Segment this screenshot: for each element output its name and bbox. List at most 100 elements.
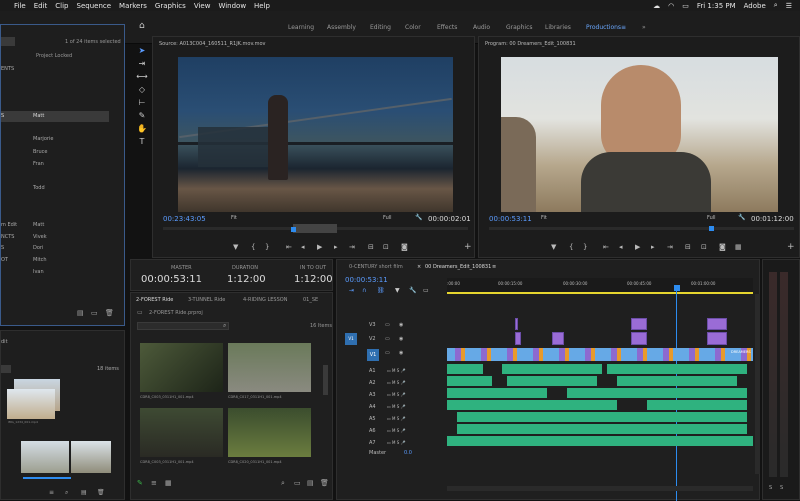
media-pencil-icon[interactable]: ✎: [137, 479, 143, 487]
source-go-in-icon[interactable]: ⇤: [286, 243, 292, 251]
insert-nest-icon[interactable]: ⇥: [349, 287, 354, 294]
source-export-frame-icon[interactable]: ◙: [401, 243, 408, 251]
bin-thumb-2[interactable]: [7, 389, 55, 419]
source-go-out-icon[interactable]: ⇥: [349, 243, 355, 251]
menu-window[interactable]: Window: [218, 2, 246, 10]
wifi-icon[interactable]: ◠: [668, 2, 674, 10]
add-marker-icon[interactable]: ▼: [395, 287, 400, 294]
workspace-menu-icon[interactable]: ≡: [621, 24, 626, 31]
meter-solo-left[interactable]: S: [769, 485, 772, 491]
media-clip-thumb-0[interactable]: [140, 343, 223, 392]
audio-track-controls-a6[interactable]: ▭ M S 🎤: [387, 428, 406, 433]
track-v1-sync-lock-icon[interactable]: ▭: [385, 350, 390, 356]
source-quality-select[interactable]: Full: [383, 215, 392, 221]
audio-track-controls-a2[interactable]: ▭ M S 🎤: [387, 380, 406, 385]
bin-new-item-icon[interactable]: ▤: [81, 489, 87, 496]
timeline-settings-icon[interactable]: 🔧: [409, 287, 416, 294]
source-mark-in-icon[interactable]: {: [251, 243, 255, 251]
workspace-overflow[interactable]: »: [642, 24, 646, 31]
control-center-icon[interactable]: ☰: [786, 2, 792, 10]
track-v3-eye-icon[interactable]: ◉: [399, 322, 403, 328]
bin-thumb-4[interactable]: [71, 441, 111, 473]
menu-markers[interactable]: Markers: [119, 2, 147, 10]
razor-tool-icon[interactable]: ◇: [136, 85, 148, 95]
source-video-frame[interactable]: [178, 57, 453, 212]
track-a1-label[interactable]: A1: [369, 368, 376, 374]
audio-track-controls-a5[interactable]: ▭ M S 🎤: [387, 416, 406, 421]
source-play-icon[interactable]: ▶: [317, 243, 322, 251]
pen-tool-icon[interactable]: ✎: [136, 111, 148, 121]
program-fit-select[interactable]: Fit: [541, 215, 547, 221]
master-track-volume[interactable]: 0.0: [404, 450, 412, 456]
track-a4-label[interactable]: A4: [369, 404, 376, 410]
timeline-tab-close-icon[interactable]: ×: [417, 264, 421, 270]
program-mark-in-icon[interactable]: {: [569, 243, 573, 251]
workspace-audio[interactable]: Audio: [473, 24, 490, 31]
menu-view[interactable]: View: [194, 2, 211, 10]
work-area-bar[interactable]: [447, 292, 753, 294]
program-settings-icon[interactable]: 🔧: [738, 214, 745, 221]
workspace-productions[interactable]: Productions: [586, 24, 621, 31]
program-video-frame[interactable]: [501, 57, 778, 212]
timeline-tab-menu-icon[interactable]: ≡: [492, 264, 496, 270]
workspace-graphics[interactable]: Graphics: [506, 24, 533, 31]
media-clip-thumb-1[interactable]: [228, 343, 311, 392]
slip-tool-icon[interactable]: ⊢: [136, 98, 148, 108]
new-bin-icon[interactable]: ▭: [91, 309, 98, 317]
project-row-6-name[interactable]: m Edit: [1, 222, 17, 228]
source-add-button-icon[interactable]: +: [464, 242, 472, 252]
new-item-icon[interactable]: ▤: [77, 309, 84, 317]
program-quality-select[interactable]: Full: [707, 215, 716, 221]
track-v2-sync-lock-icon[interactable]: ▭: [385, 336, 390, 342]
v2-clip[interactable]: [631, 332, 647, 345]
trash-icon[interactable]: 🗑: [105, 309, 114, 317]
menu-clip[interactable]: Clip: [55, 2, 68, 10]
track-select-tool-icon[interactable]: ⇥: [136, 59, 148, 69]
project-search-field[interactable]: [1, 37, 15, 46]
track-v3-label[interactable]: V3: [369, 322, 376, 328]
program-go-in-icon[interactable]: ⇤: [603, 243, 609, 251]
ripple-edit-tool-icon[interactable]: ⟷: [136, 72, 148, 82]
search-icon[interactable]: ⌕: [774, 1, 778, 10]
battery-icon[interactable]: ▭: [682, 2, 689, 10]
menu-sequence[interactable]: Sequence: [77, 2, 112, 10]
media-clip-thumb-2[interactable]: [140, 408, 223, 457]
source-marker-icon[interactable]: ▼: [233, 243, 238, 251]
bin-thumb-3[interactable]: [21, 441, 69, 473]
track-a7-label[interactable]: A7: [369, 440, 376, 446]
program-playhead[interactable]: [709, 226, 714, 231]
workspace-assembly[interactable]: Assembly: [327, 24, 356, 31]
project-row-9-name[interactable]: OT: [1, 257, 8, 263]
creative-cloud-icon[interactable]: ☁: [653, 2, 660, 10]
media-new-bin-icon[interactable]: ▭: [294, 479, 301, 487]
lift-icon[interactable]: ⊟: [685, 243, 691, 251]
media-tab-2[interactable]: 4-RIDING LESSON: [243, 297, 287, 303]
captions-icon[interactable]: ▭: [423, 287, 429, 294]
v3-clip[interactable]: [707, 318, 727, 330]
track-a5-label[interactable]: A5: [369, 416, 376, 422]
meter-solo-right[interactable]: S: [780, 485, 783, 491]
media-trash-icon[interactable]: 🗑: [320, 479, 329, 487]
v3-clip[interactable]: [515, 318, 518, 330]
source-in-out-range[interactable]: [293, 224, 337, 233]
selection-tool-icon[interactable]: ➤: [136, 46, 148, 56]
program-go-out-icon[interactable]: ⇥: [667, 243, 673, 251]
source-playhead[interactable]: [291, 227, 296, 232]
home-icon[interactable]: ⌂: [139, 21, 145, 31]
track-v1-label[interactable]: V1: [367, 349, 379, 361]
source-step-back-icon[interactable]: ◂: [301, 243, 305, 251]
program-export-frame-icon[interactable]: ◙: [719, 243, 726, 251]
media-icon-view-icon[interactable]: ▦: [165, 479, 172, 487]
track-v2-label[interactable]: V2: [369, 336, 376, 342]
media-search-icon[interactable]: ⌕: [223, 322, 226, 330]
media-clip-thumb-3[interactable]: [228, 408, 311, 457]
source-patch-v1[interactable]: V1: [345, 333, 357, 345]
source-timecode[interactable]: 00:23:43:05: [163, 215, 206, 223]
bin-search-icon[interactable]: ⌕: [65, 489, 68, 497]
project-row-7-name[interactable]: NCTS: [1, 234, 14, 240]
workspace-libraries[interactable]: Libraries: [545, 24, 571, 31]
audio-track-controls-a3[interactable]: ▭ M S 🎤: [387, 392, 406, 397]
snap-icon[interactable]: ∩: [362, 287, 366, 294]
media-new-item-icon[interactable]: ▤: [307, 479, 314, 487]
track-v1-eye-icon[interactable]: ◉: [399, 350, 403, 356]
